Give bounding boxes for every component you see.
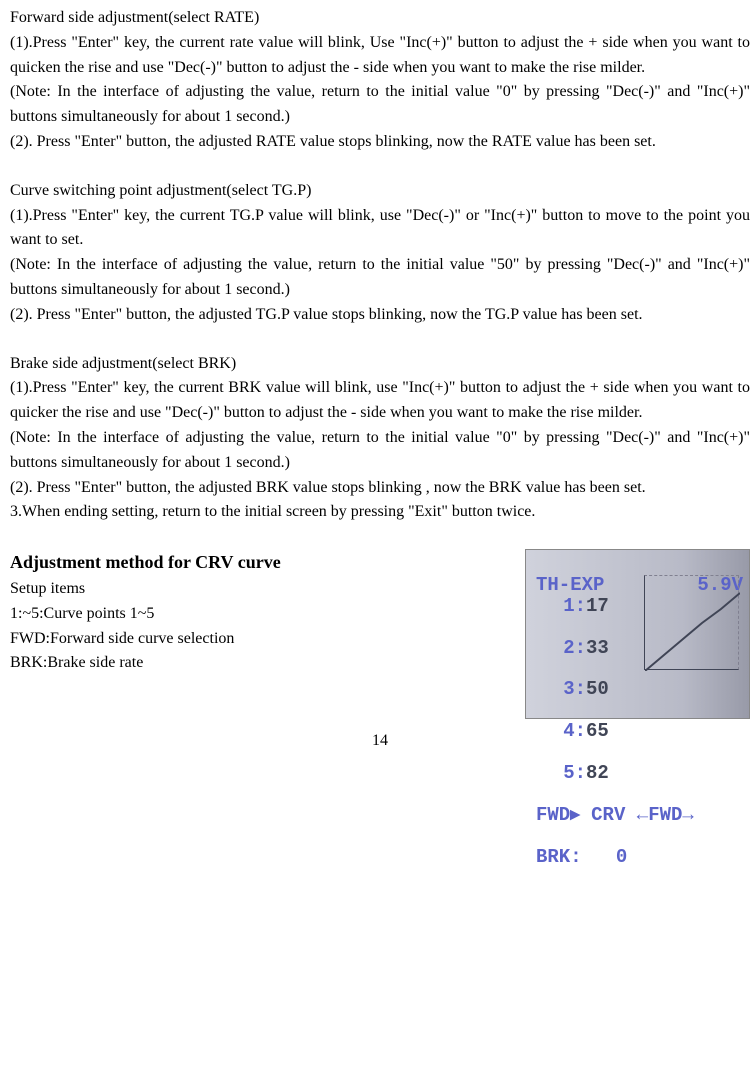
rate-step2: (2). Press "Enter" button, the adjusted … bbox=[10, 130, 750, 155]
lcd-footer-1: FWD▸ CRV ←FWD→ bbox=[536, 805, 743, 826]
lcd-display: TH-EXP5.9V 1: 17 2: 33 3: 50 4: 65 5: 82… bbox=[525, 549, 750, 719]
brk-step3: 3.When ending setting, return to the ini… bbox=[10, 500, 750, 525]
lcd-row-label: 3: bbox=[536, 679, 586, 700]
lcd-fwd-indicator: FWD bbox=[648, 804, 682, 826]
right-arrow-icon: → bbox=[682, 804, 693, 826]
lcd-row-value: 17 bbox=[586, 596, 609, 617]
lcd-footer-2: BRK: 0 bbox=[536, 847, 743, 868]
tgp-step2: (2). Press "Enter" button, the adjusted … bbox=[10, 303, 750, 328]
spacer bbox=[10, 328, 750, 352]
lcd-brk-value: 0 bbox=[616, 846, 627, 868]
crv-text-block: Adjustment method for CRV curve Setup it… bbox=[10, 549, 505, 676]
crv-l2: 1:~5:Curve points 1~5 bbox=[10, 602, 505, 627]
lcd-crv-value: CRV bbox=[591, 804, 625, 826]
crv-row: Adjustment method for CRV curve Setup it… bbox=[10, 549, 750, 719]
lcd-screenshot: TH-EXP5.9V 1: 17 2: 33 3: 50 4: 65 5: 82… bbox=[525, 549, 750, 719]
brk-step2: (2). Press "Enter" button, the adjusted … bbox=[10, 476, 750, 501]
brk-step1: (1).Press "Enter" key, the current BRK v… bbox=[10, 376, 750, 426]
lcd-row-value: 33 bbox=[586, 638, 609, 659]
left-arrow-icon: ← bbox=[637, 804, 648, 826]
tgp-title: Curve switching point adjustment(select … bbox=[10, 179, 750, 204]
lcd-row-label: 1: bbox=[536, 596, 586, 617]
lcd-title: TH-EXP bbox=[536, 574, 604, 596]
lcd-brk-label: BRK: bbox=[536, 846, 582, 868]
tgp-step1: (1).Press "Enter" key, the current TG.P … bbox=[10, 204, 750, 254]
lcd-row-value: 82 bbox=[586, 763, 609, 784]
spacer bbox=[10, 155, 750, 179]
document-page: Forward side adjustment(select RATE) (1)… bbox=[0, 0, 756, 754]
crv-heading: Adjustment method for CRV curve bbox=[10, 549, 505, 577]
brk-title: Brake side adjustment(select BRK) bbox=[10, 352, 750, 377]
lcd-row-label: 5: bbox=[536, 763, 586, 784]
lcd-row-label: 4: bbox=[536, 721, 586, 742]
tgp-note: (Note: In the interface of adjusting the… bbox=[10, 253, 750, 303]
lcd-curve-graph bbox=[644, 575, 739, 670]
lcd-row-value: 65 bbox=[586, 721, 609, 742]
rate-step1: (1).Press "Enter" key, the current rate … bbox=[10, 31, 750, 81]
crv-l4: BRK:Brake side rate bbox=[10, 651, 505, 676]
lcd-row-label: 2: bbox=[536, 638, 586, 659]
rate-note: (Note: In the interface of adjusting the… bbox=[10, 80, 750, 130]
lcd-fwd-label: FWD▸ bbox=[536, 804, 580, 826]
lcd-row-value: 50 bbox=[586, 679, 609, 700]
spacer bbox=[10, 525, 750, 549]
crv-l3: FWD:Forward side curve selection bbox=[10, 627, 505, 652]
brk-note: (Note: In the interface of adjusting the… bbox=[10, 426, 750, 476]
curve-line-icon bbox=[645, 576, 740, 671]
crv-l1: Setup items bbox=[10, 577, 505, 602]
rate-title: Forward side adjustment(select RATE) bbox=[10, 6, 750, 31]
